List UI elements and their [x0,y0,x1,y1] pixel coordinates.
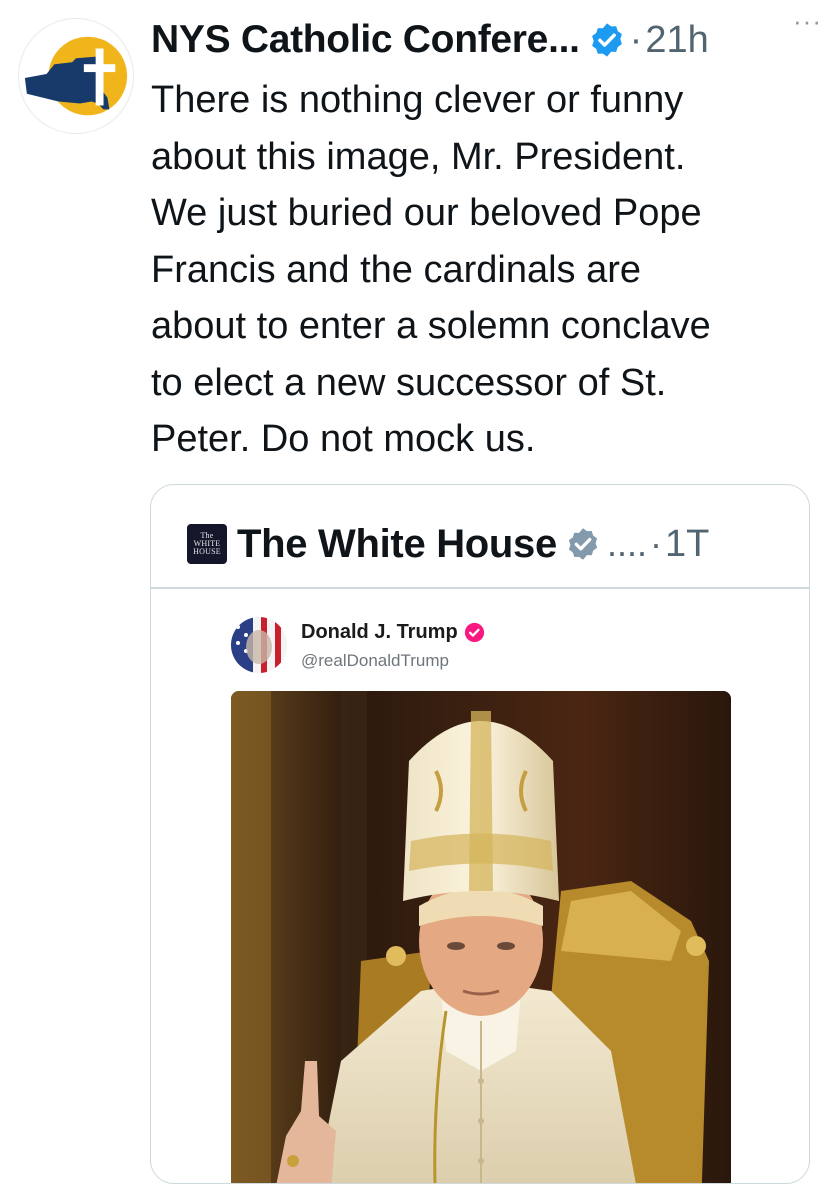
divider [151,587,809,589]
verified-badge-icon [588,21,626,59]
quoted-tweet-time[interactable]: 1T [665,523,709,566]
logo-text: HOUSE [193,547,221,556]
gray-verified-badge-icon [565,526,601,562]
quoted-author-name[interactable]: The White House [237,522,557,567]
tweet-text-line: There is nothing clever or funny [151,79,684,121]
tweet-time[interactable]: 21h [645,19,708,62]
separator-dot: · [629,18,643,61]
tweet-header: NYS Catholic Confere... · 21h [151,14,821,66]
white-house-logo-icon[interactable]: The WHITE HOUSE [187,524,227,564]
quoted-tweet-header: The WHITE HOUSE The White House .... · 1… [187,515,787,573]
nys-catholic-logo-icon [24,36,128,116]
embedded-author-handle: @realDonaldTrump [301,651,449,670]
papal-portrait-image [231,691,731,1183]
tweet-text-line: Peter. Do not mock us. [151,418,536,460]
flag-portrait-icon [231,617,287,673]
pink-verified-icon [464,622,485,643]
embedded-avatar [231,617,287,673]
tweet-text-line: Francis and the cardinals are [151,248,642,291]
author-avatar[interactable] [18,18,134,134]
tweet-text-line: to elect a new successor of St. [151,361,667,404]
author-name[interactable]: NYS Catholic Confere... [151,18,580,62]
embedded-author: Donald J. Trump [301,621,485,644]
separator-dot: · [649,523,662,564]
tweet-text-line: We just buried our beloved Pope [151,192,702,234]
truncated-handle: .... [606,523,647,564]
embedded-author-name: Donald J. Trump [301,621,458,643]
quoted-tweet[interactable]: The WHITE HOUSE The White House .... · 1… [150,484,810,1184]
more-options-icon[interactable]: ··· [793,6,822,37]
tweet-text-line: about this image, Mr. President. [151,135,686,178]
tweet-text: There is nothing clever or funny about t… [151,72,811,468]
tweet[interactable]: NYS Catholic Confere... · 21h ··· There … [0,0,828,1184]
post-image[interactable] [231,691,731,1183]
tweet-text-line: about to enter a solemn conclave [151,305,711,347]
